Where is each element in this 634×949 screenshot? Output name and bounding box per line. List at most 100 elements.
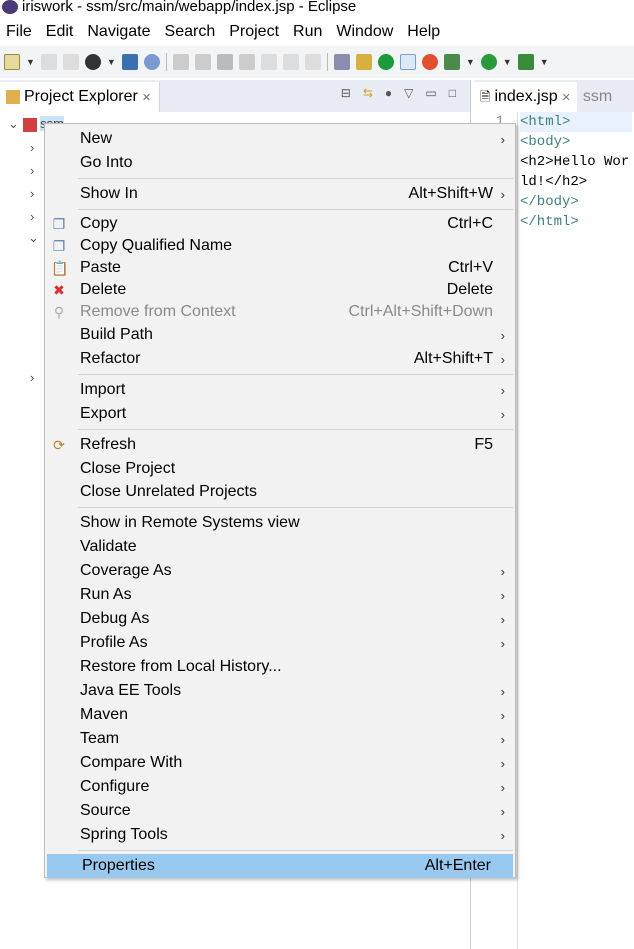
resume-icon[interactable]	[172, 54, 189, 70]
submenu-arrow-icon: ›	[500, 351, 505, 367]
view-menu-icon[interactable]: ▽	[404, 86, 413, 100]
tab-ssm-pom[interactable]: ssm	[577, 82, 612, 112]
menu-separator	[45, 371, 515, 378]
minimize-icon[interactable]: ▭	[425, 86, 436, 100]
toggle-mark-occurrences-icon[interactable]	[399, 54, 416, 70]
chevron-right-icon[interactable]: ›	[30, 209, 34, 224]
code-line: </html>	[520, 214, 579, 230]
menu-item-shortcut: Alt+Shift+T	[413, 350, 493, 367]
step-return-icon[interactable]	[304, 54, 321, 70]
console-icon[interactable]	[121, 54, 138, 70]
use-step-filters-icon[interactable]	[333, 54, 350, 70]
menu-item-maven[interactable]: Maven ›	[45, 703, 515, 727]
menu-file[interactable]: File	[6, 23, 32, 41]
menu-item-close-unrelated-projects[interactable]: Close Unrelated Projects	[45, 480, 515, 504]
menu-item-delete[interactable]: ✖ Delete Delete	[45, 279, 515, 301]
menu-item-source[interactable]: Source ›	[45, 799, 515, 823]
menu-item-refresh[interactable]: ⟳ Refresh F5	[45, 433, 515, 457]
menu-item-run-as[interactable]: Run As ›	[45, 583, 515, 607]
dropdown-icon[interactable]: ▼	[107, 57, 116, 67]
menu-item-restore-from-local-history[interactable]: Restore from Local History...	[45, 655, 515, 679]
menu-item-import[interactable]: Import ›	[45, 378, 515, 402]
sync-icon[interactable]	[421, 54, 438, 70]
menu-navigate[interactable]: Navigate	[87, 23, 150, 41]
save-all-icon[interactable]	[62, 54, 79, 70]
chevron-right-icon[interactable]: ›	[30, 140, 34, 155]
open-type-icon[interactable]	[355, 54, 372, 70]
menu-item-debug-as[interactable]: Debug As ›	[45, 607, 515, 631]
window-title: iriswork - ssm/src/main/webapp/index.jsp…	[22, 0, 357, 15]
debug-icon[interactable]	[443, 54, 460, 70]
maven-project-icon	[22, 117, 37, 132]
menu-help[interactable]: Help	[407, 23, 440, 41]
dropdown-icon[interactable]: ▼	[503, 57, 512, 67]
chevron-right-icon[interactable]: ›	[30, 163, 34, 178]
chevron-right-icon[interactable]: ›	[30, 370, 34, 385]
dropdown-icon[interactable]: ▼	[26, 57, 35, 67]
chevron-right-icon[interactable]: ›	[30, 186, 34, 201]
link-with-editor-icon[interactable]: ⇆	[363, 86, 373, 100]
menu-item-validate[interactable]: Validate	[45, 535, 515, 559]
menu-item-show-in-remote-systems-view[interactable]: Show in Remote Systems view	[45, 511, 515, 535]
menu-window[interactable]: Window	[336, 23, 393, 41]
menu-item-export[interactable]: Export ›	[45, 402, 515, 426]
menu-edit[interactable]: Edit	[46, 23, 74, 41]
filter-icon[interactable]: ●	[385, 86, 392, 100]
file-icon: 🗎	[480, 89, 491, 104]
step-over-icon[interactable]	[282, 54, 299, 70]
menu-item-new[interactable]: New ›	[45, 127, 515, 151]
menu-item-copy-qualified-name[interactable]: ❐ Copy Qualified Name	[45, 235, 515, 257]
menu-item-show-in[interactable]: Show In Alt+Shift+W ›	[45, 182, 515, 206]
menu-item-copy[interactable]: ❐ Copy Ctrl+C	[45, 213, 515, 235]
suspend-icon[interactable]	[194, 54, 211, 70]
menu-item-go-into[interactable]: Go Into	[45, 151, 515, 175]
eclipse-icon	[2, 0, 18, 14]
menu-item-profile-as[interactable]: Profile As ›	[45, 631, 515, 655]
menu-run[interactable]: Run	[293, 23, 322, 41]
menu-item-configure[interactable]: Configure ›	[45, 775, 515, 799]
menu-item-shortcut: Ctrl+Alt+Shift+Down	[348, 303, 493, 320]
user-icon[interactable]	[84, 54, 101, 70]
run-icon[interactable]	[480, 54, 497, 70]
menu-item-close-project[interactable]: Close Project	[45, 457, 515, 480]
menu-item-spring-tools[interactable]: Spring Tools ›	[45, 823, 515, 847]
close-icon[interactable]: ✕	[562, 91, 571, 112]
menu-item-team[interactable]: Team ›	[45, 727, 515, 751]
menu-project[interactable]: Project	[229, 23, 279, 41]
external-tools-icon[interactable]	[517, 54, 534, 70]
step-into-icon[interactable]	[260, 54, 277, 70]
submenu-arrow-icon: ›	[500, 587, 505, 603]
code-line: </body>	[520, 194, 579, 210]
close-icon[interactable]: ✕	[142, 91, 151, 112]
collapse-all-icon[interactable]: ⊟	[341, 86, 351, 100]
menu-item-label: Paste	[80, 259, 121, 276]
menu-item-refactor[interactable]: Refactor Alt+Shift+T ›	[45, 347, 515, 371]
submenu-arrow-icon: ›	[500, 131, 505, 147]
tab-index-jsp[interactable]: 🗎 index.jsp ✕	[474, 82, 577, 112]
chevron-down-icon[interactable]: ⌄	[8, 116, 19, 131]
menu-item-paste[interactable]: 📋 Paste Ctrl+V	[45, 257, 515, 279]
menu-item-label: Coverage As	[80, 562, 172, 579]
save-icon[interactable]	[40, 54, 57, 70]
terminate-icon[interactable]	[216, 54, 233, 70]
context-menu: New › Go Into Show In Alt+Shift+W › ❐ Copy Ctrl+…	[44, 123, 516, 878]
menu-item-label: Maven	[80, 706, 129, 723]
menu-item-label: Restore from Local History...	[80, 658, 282, 675]
new-icon[interactable]	[4, 54, 20, 70]
menu-separator	[45, 426, 515, 433]
menu-item-properties[interactable]: Properties Alt+Enter	[47, 854, 513, 878]
menu-search[interactable]: Search	[165, 23, 216, 41]
menu-item-build-path[interactable]: Build Path ›	[45, 323, 515, 347]
skip-breakpoints-icon[interactable]	[143, 54, 160, 70]
menu-item-label: Show In	[80, 185, 138, 202]
disconnect-icon[interactable]	[238, 54, 255, 70]
tab-project-explorer[interactable]: Project Explorer ✕	[0, 82, 161, 112]
dropdown-icon[interactable]: ▼	[466, 57, 475, 67]
spring-boot-icon[interactable]	[377, 54, 394, 70]
maximize-icon[interactable]: □	[449, 86, 456, 100]
menu-item-java-ee-tools[interactable]: Java EE Tools ›	[45, 679, 515, 703]
menu-item-coverage-as[interactable]: Coverage As ›	[45, 559, 515, 583]
menu-item-compare-with[interactable]: Compare With ›	[45, 751, 515, 775]
dropdown-icon[interactable]: ▼	[540, 57, 549, 67]
chevron-down-icon[interactable]: ⌄	[28, 230, 39, 246]
